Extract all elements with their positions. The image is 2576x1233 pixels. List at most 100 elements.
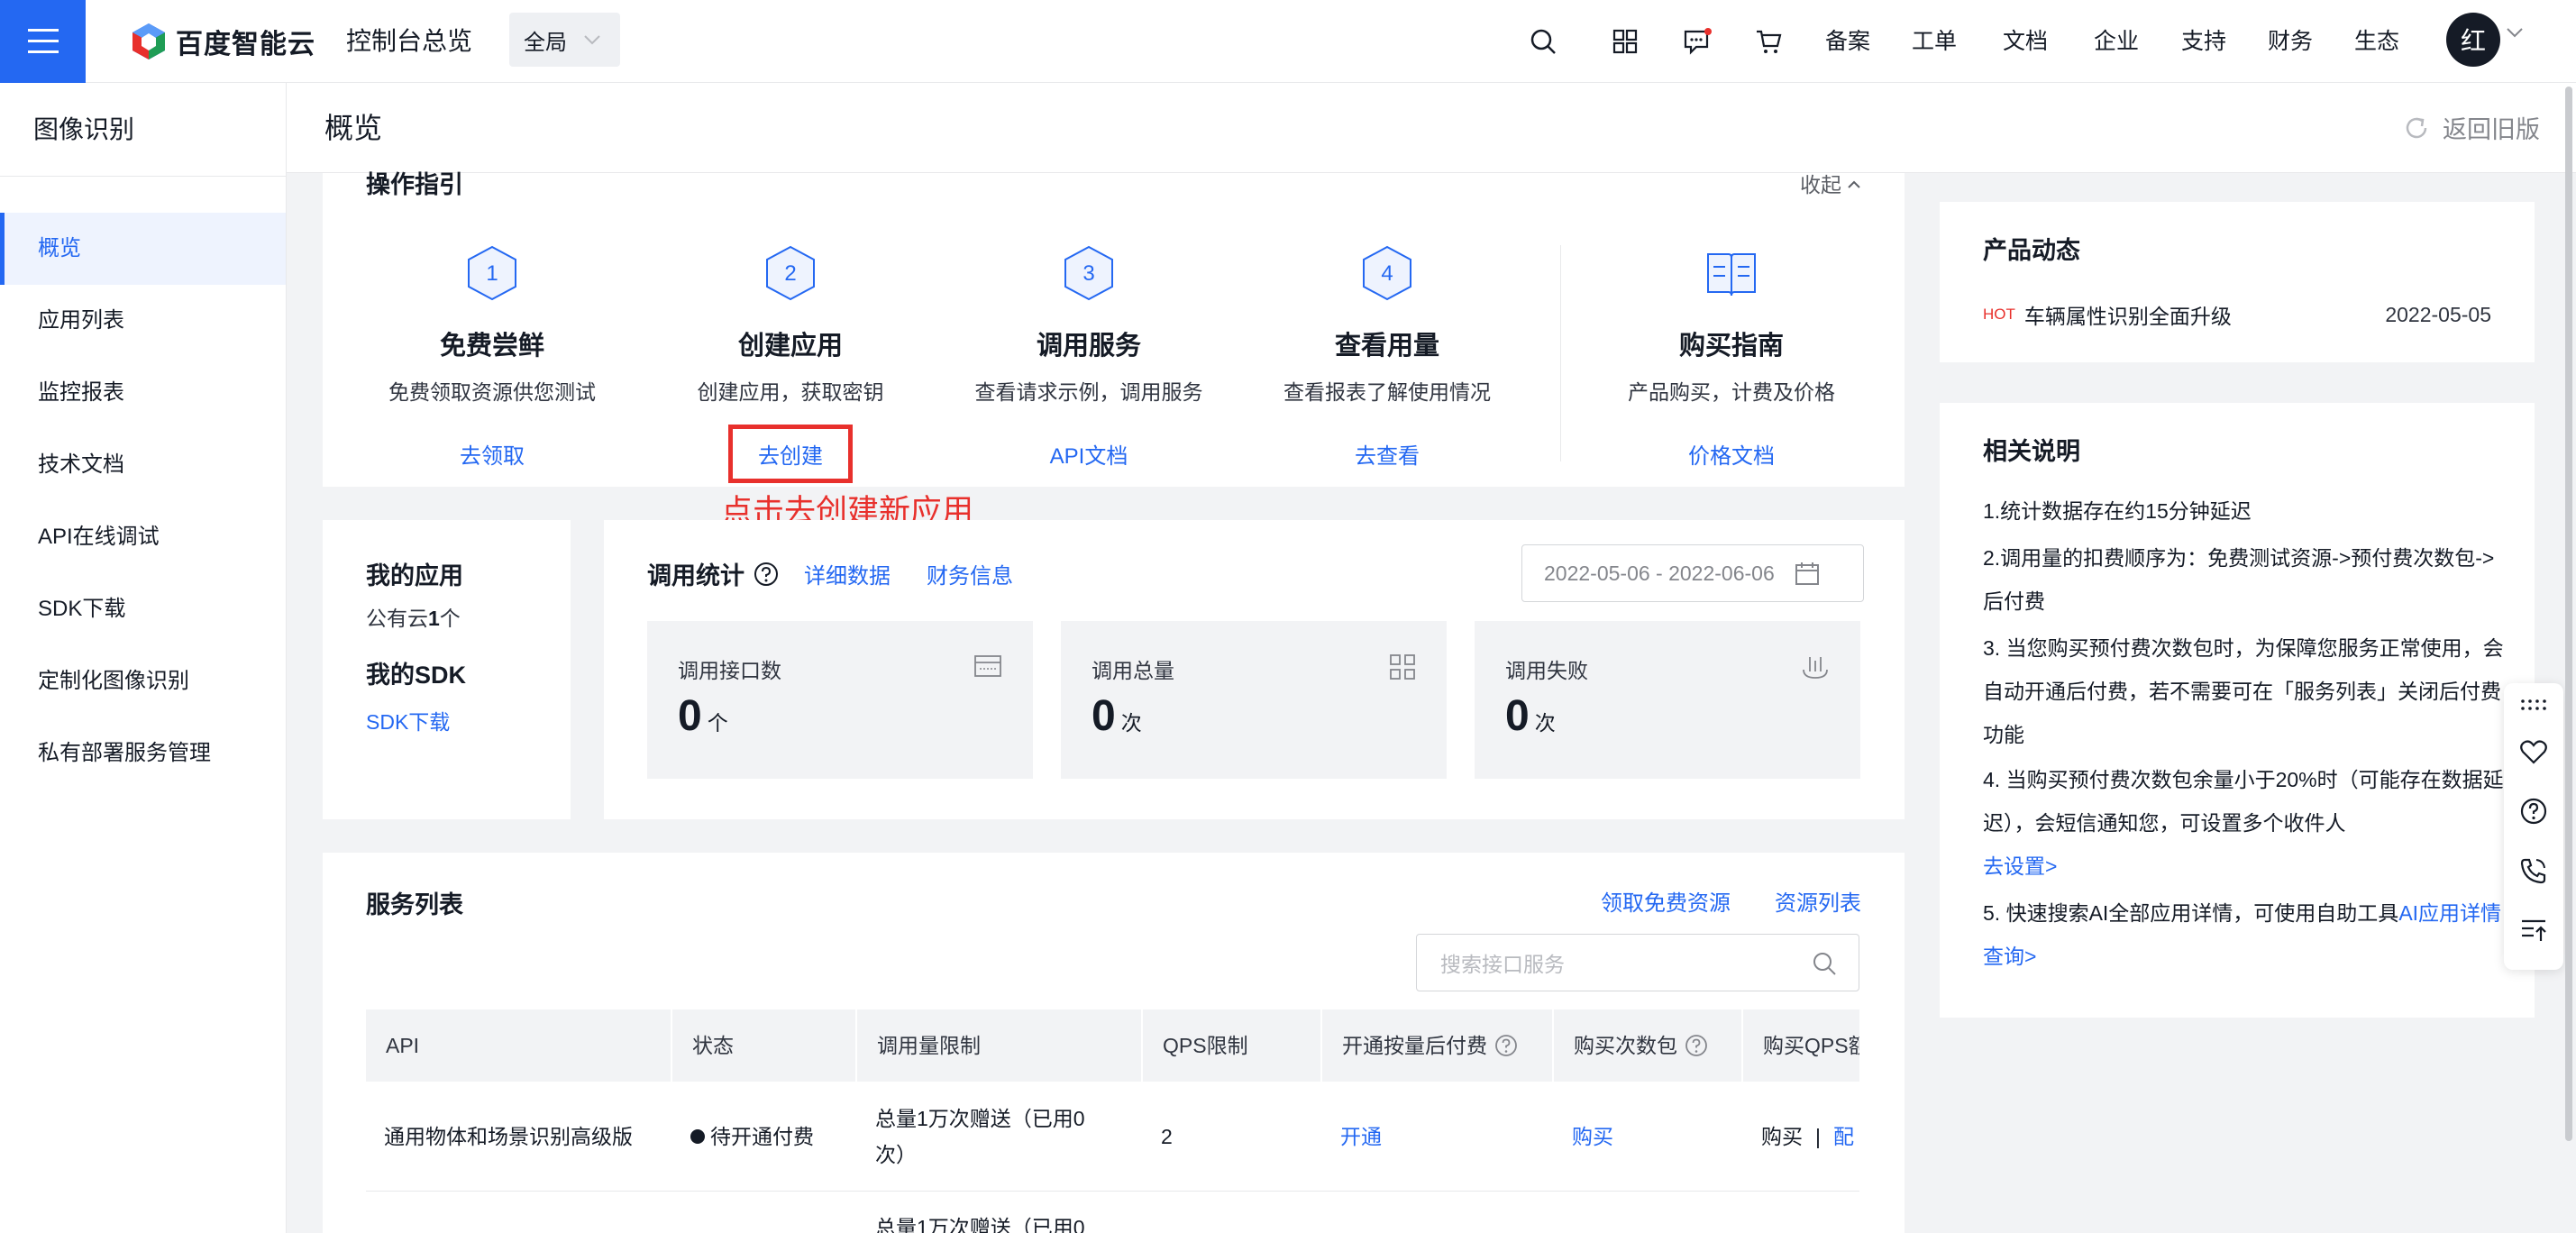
step-desc: 创建应用，获取密钥: [697, 380, 884, 404]
message-icon[interactable]: [1677, 22, 1717, 61]
col-buy-pack: 购买次数包: [1554, 1009, 1741, 1082]
phone-icon[interactable]: [2519, 856, 2548, 885]
user-avatar[interactable]: 红: [2446, 13, 2500, 67]
sidebar-item-sdk[interactable]: SDK下载: [0, 573, 286, 645]
sidebar-item-custom[interactable]: 定制化图像识别: [0, 645, 286, 717]
table-row: 通用物体和场景识别高级版 待开通付费 总量1万次赠送（已用0 次） 2 开通 购买…: [366, 1082, 1859, 1192]
collapse-button[interactable]: 收起: [1800, 173, 1861, 196]
logo-text: 百度智能云: [176, 30, 315, 59]
search-icon[interactable]: [1812, 951, 1837, 976]
page-title: 概览: [324, 112, 383, 144]
col-qps: QPS限制: [1143, 1009, 1320, 1082]
sidebar-item-private-deploy[interactable]: 私有部署服务管理: [0, 717, 286, 790]
divider: [1560, 245, 1561, 461]
service-table: API 状态 调用量限制 QPS限制 开通按量后付费 购买次数包 购买QPS额度…: [366, 1009, 1859, 1233]
sidebar-item-api-debug[interactable]: API在线调试: [0, 501, 286, 573]
step-desc: 免费领取资源供您测试: [388, 380, 596, 404]
resource-list-link[interactable]: 资源列表: [1775, 885, 1861, 917]
book-icon: [1707, 253, 1756, 297]
chevron-down-icon: [584, 35, 600, 45]
help-icon[interactable]: [1685, 1034, 1708, 1057]
search-icon[interactable]: [1523, 22, 1563, 61]
guide-purchase: 购买指南 产品购买，计费及价格 价格文档: [1583, 245, 1880, 479]
stat-label: 调用总量: [1092, 659, 1174, 682]
cart-icon[interactable]: [1749, 22, 1788, 61]
api-doc-link[interactable]: API文档: [1025, 429, 1154, 479]
news-date: 2022-05-05: [2385, 302, 2491, 326]
baidu-cloud-logo[interactable]: 百度智能云: [131, 18, 315, 65]
get-free-link[interactable]: 去领取: [434, 429, 550, 479]
stat-value: 0次: [1092, 692, 1142, 740]
step-desc: 查看请求示例，调用服务: [974, 380, 1203, 404]
service-list-panel: 服务列表 领取免费资源 资源列表 搜索接口服务 API 状态 调用量限制 QPS…: [323, 853, 1905, 1233]
go-settings-link[interactable]: 去设置>: [1983, 854, 2057, 878]
region-select[interactable]: 全局: [509, 13, 620, 67]
table-row: 总量1万次赠送（已用0: [366, 1192, 1859, 1233]
svg-text:1: 1: [486, 261, 498, 286]
sidebar: 图像识别 概览 应用列表 监控报表 技术文档 API在线调试 SDK下载 定制化…: [0, 83, 287, 1233]
stat-value: 0次: [1505, 692, 1556, 740]
menu-icon[interactable]: [0, 0, 86, 83]
note-2: 2.调用量的扣费顺序为：免费测试资源->预付费次数包->后付费: [1983, 546, 2495, 613]
col-buy-qps: 购买QPS额度: [1743, 1009, 1859, 1082]
my-app-panel: 我的应用 公有云1个 我的SDK SDK下载: [323, 520, 571, 819]
sidebar-item-app-list[interactable]: 应用列表: [0, 285, 286, 357]
nav-finance[interactable]: 财务: [2268, 23, 2313, 59]
step-hexagon-icon: 4: [1363, 245, 1411, 301]
help-icon[interactable]: [2519, 797, 2548, 826]
detail-data-link[interactable]: 详细数据: [804, 558, 891, 589]
stats-title: 调用统计: [647, 562, 744, 589]
stat-api-count: 调用接口数 0个: [647, 621, 1033, 779]
get-free-resource-link[interactable]: 领取免费资源: [1601, 885, 1731, 917]
drag-handle-icon[interactable]: [2519, 696, 2548, 714]
buy-qps-link[interactable]: 购买: [1761, 1125, 1803, 1148]
help-icon[interactable]: [754, 562, 779, 587]
apps-grid-icon[interactable]: [1605, 22, 1645, 61]
limit-text: 总量1万次赠送（已用0: [875, 1216, 1085, 1233]
refresh-icon: [2406, 117, 2427, 138]
news-item[interactable]: HOT 车辆属性识别全面升级 2022-05-05: [1983, 299, 2491, 330]
help-icon[interactable]: [1494, 1034, 1518, 1057]
sidebar-item-tech-docs[interactable]: 技术文档: [0, 429, 286, 501]
favorite-heart-icon[interactable]: [2519, 737, 2548, 766]
sidebar-item-monitor[interactable]: 监控报表: [0, 357, 286, 429]
step-desc: 查看报表了解使用情况: [1283, 380, 1491, 404]
operation-guide-panel: 操作指引 收起 1 免费尝鲜 免费领取资源供您测试 去领取 2 创建应用 创建应…: [323, 173, 1905, 487]
create-app-link[interactable]: 去创建: [728, 425, 853, 483]
date-range-picker[interactable]: 2022-05-06 - 2022-06-06: [1521, 544, 1864, 602]
nav-support[interactable]: 支持: [2181, 23, 2226, 59]
guide-step-2: 2 创建应用 创建应用，获取密钥 去创建: [642, 245, 939, 483]
back-to-old-version[interactable]: 返回旧版: [2403, 110, 2540, 145]
price-doc-link[interactable]: 价格文档: [1663, 429, 1800, 479]
product-news-panel: 产品动态 HOT 车辆属性识别全面升级 2022-05-05: [1940, 202, 2535, 362]
finance-info-link[interactable]: 财务信息: [927, 558, 1013, 589]
step-hexagon-icon: 1: [468, 245, 516, 301]
back-to-top-icon[interactable]: [2519, 916, 2548, 945]
nav-beian[interactable]: 备案: [1825, 23, 1870, 59]
nav-enterprise[interactable]: 企业: [2094, 23, 2139, 59]
col-postpaid: 开通按量后付费: [1322, 1009, 1552, 1082]
chevron-down-icon[interactable]: [2506, 27, 2524, 38]
step-name: 创建应用: [737, 332, 843, 361]
nav-ticket[interactable]: 工单: [1912, 23, 1957, 59]
console-title[interactable]: 控制台总览: [346, 22, 472, 61]
nav-docs[interactable]: 文档: [2003, 23, 2048, 59]
card-icon: [974, 655, 1001, 677]
search-placeholder: 搜索接口服务: [1440, 953, 1565, 976]
service-search-input[interactable]: 搜索接口服务: [1416, 934, 1859, 991]
page-scrollbar[interactable]: [2565, 87, 2572, 1141]
sidebar-item-overview[interactable]: 概览: [0, 213, 286, 285]
status-badge: 待开通付费: [672, 1119, 814, 1155]
step-name: 免费尝鲜: [439, 332, 544, 361]
hot-badge: HOT: [1983, 306, 2015, 323]
buy-pack-link[interactable]: 购买: [1554, 1119, 1613, 1155]
nav-ecosystem[interactable]: 生态: [2354, 23, 2399, 59]
qps-value: 2: [1161, 1125, 1173, 1148]
view-usage-link[interactable]: 去查看: [1329, 429, 1445, 479]
note-3: 3. 当您购买预付费次数包时，为保障您服务正常使用，会自动开通后付费，若不需要可…: [1983, 636, 2504, 746]
sdk-download-link[interactable]: SDK下载: [366, 705, 450, 735]
open-postpaid-link[interactable]: 开通: [1322, 1119, 1382, 1155]
guide-step-4: 4 查看用量 查看报表了解使用情况 去查看: [1238, 245, 1536, 479]
qps-actions: 购买 | 配: [1761, 1125, 1854, 1148]
config-qps-link[interactable]: 配: [1833, 1125, 1854, 1148]
